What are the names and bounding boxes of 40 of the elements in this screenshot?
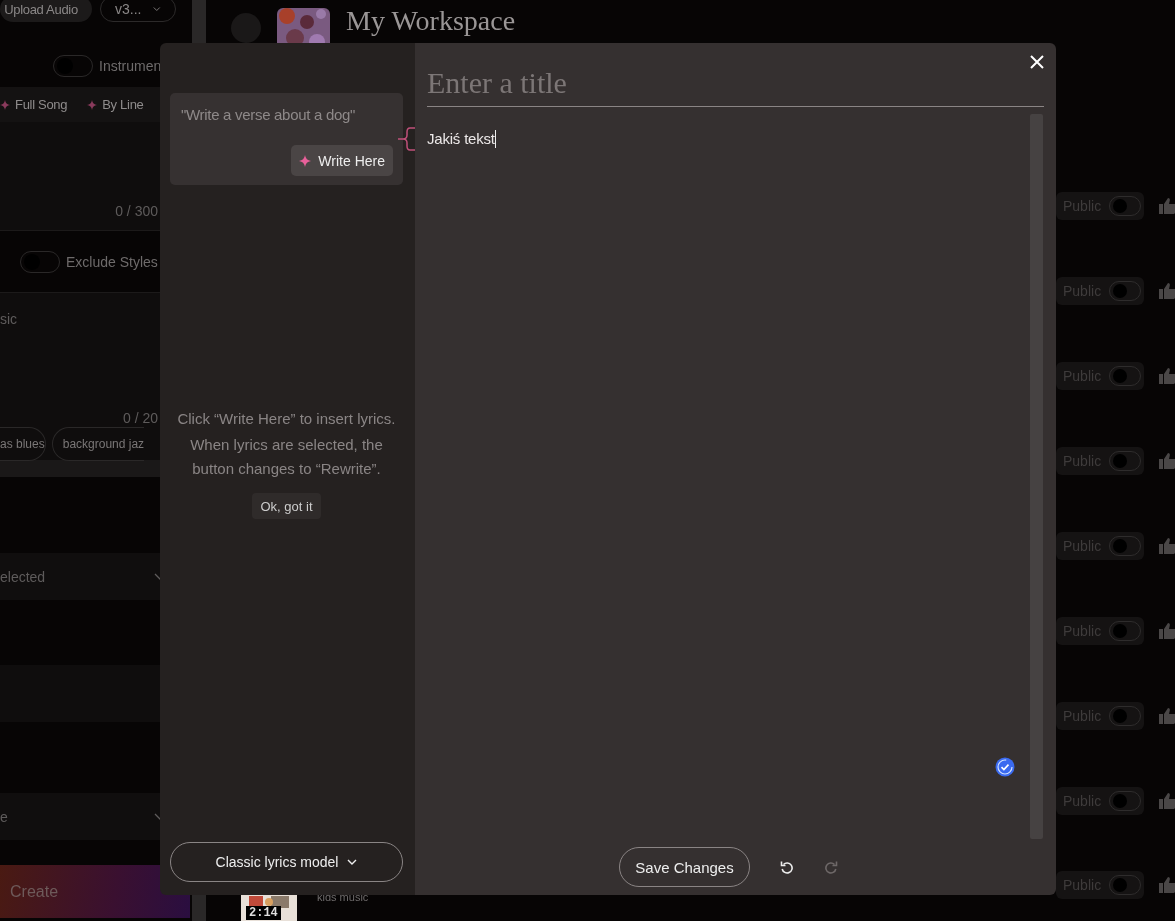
sparkle-icon: [0, 99, 10, 110]
thumbs-up-icon[interactable]: [1158, 281, 1175, 300]
back-button[interactable]: [231, 13, 261, 43]
thumbs-up-icon[interactable]: [1158, 706, 1175, 725]
thumbs-up-icon[interactable]: [1158, 196, 1175, 215]
thumbs-up-icon[interactable]: [1158, 536, 1175, 555]
character-counter: 0 / 300: [115, 203, 158, 219]
thumbs-up-icon[interactable]: [1158, 791, 1175, 810]
lyrics-mode-tab[interactable]: By Line: [87, 97, 144, 112]
hint-text: When lyrics are selected, the button changes to “Rewrite”.: [189, 435, 384, 479]
undo-icon[interactable]: [779, 860, 794, 874]
thumbs-up-icon[interactable]: [1158, 876, 1175, 894]
title-input[interactable]: Enter a title: [427, 60, 1044, 107]
brace-connector-icon: [398, 127, 416, 151]
create-button[interactable]: Create: [0, 865, 190, 918]
prompt-example: "Write a verse about a dog": [181, 106, 357, 123]
close-icon[interactable]: [1029, 54, 1045, 70]
character-counter: 0 / 20: [122, 410, 158, 426]
chevron-down-icon: [347, 859, 358, 865]
ok-got-it-button[interactable]: Ok, got it: [252, 493, 321, 519]
upload-audio-button[interactable]: Upload Audio: [0, 0, 92, 22]
workspace-title: My Workspace: [346, 5, 516, 37]
lyrics-text: Jakiś tekst: [427, 130, 495, 148]
write-here-button[interactable]: Write Here: [291, 145, 393, 176]
sparkle-icon: [299, 154, 312, 167]
style-chip[interactable]: as blues: [0, 427, 46, 461]
chevron-down-icon: [153, 6, 161, 12]
instrumental-label: Instrumen: [99, 58, 162, 74]
styles-placeholder: sic: [0, 311, 18, 327]
thumbs-up-icon[interactable]: [1158, 366, 1175, 385]
song-duration: 2:14: [246, 906, 281, 920]
style-chip[interactable]: background jaz: [51, 427, 145, 461]
lyrics-mode-tab[interactable]: Full Song: [0, 97, 68, 112]
exclude-styles-label: Exclude Styles: [66, 253, 158, 270]
lyrics-editor[interactable]: Jakiś tekst: [427, 114, 1030, 839]
thumbs-up-icon[interactable]: [1158, 451, 1175, 470]
text-cursor: [494, 130, 496, 148]
thumbs-up-icon[interactable]: [1158, 621, 1175, 640]
check-circle-icon: [995, 757, 1015, 777]
sparkle-icon: [87, 99, 98, 110]
